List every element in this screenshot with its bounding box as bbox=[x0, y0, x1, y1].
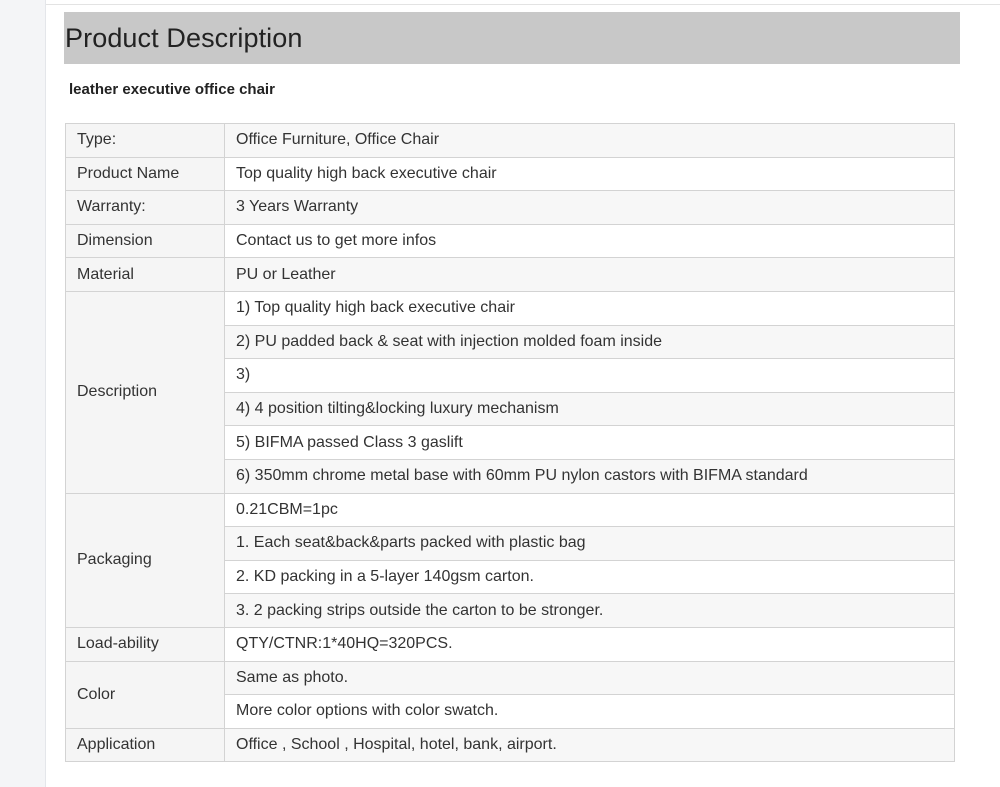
spec-value: Contact us to get more infos bbox=[224, 223, 955, 259]
table-row: Material PU or Leather bbox=[65, 257, 955, 292]
spec-label: Warranty: bbox=[65, 190, 225, 225]
table-row: Description 1) Top quality high back exec… bbox=[65, 290, 955, 494]
left-sidebar bbox=[0, 0, 46, 787]
product-subtitle: leather executive office chair bbox=[69, 81, 275, 98]
spec-label: Description bbox=[65, 290, 225, 494]
spec-value: 2. KD packing in a 5-layer 140gsm carton… bbox=[224, 559, 955, 595]
spec-table-body: Type: Office Furniture, Office Chair Produ… bbox=[65, 123, 955, 763]
spec-value: 0.21CBM=1pc bbox=[224, 492, 955, 528]
section-header: Product Description bbox=[64, 12, 960, 64]
page: Product Description leather executive of… bbox=[0, 0, 1000, 787]
spec-value: 2) PU padded back & seat with injection … bbox=[224, 324, 955, 360]
spec-label: Dimension bbox=[65, 223, 225, 259]
spec-value: 3 Years Warranty bbox=[224, 190, 955, 225]
table-row: Color Same as photo. bbox=[65, 660, 955, 729]
spec-value: 1. Each seat&back&parts packed with plas… bbox=[224, 526, 955, 561]
spec-value: Top quality high back executive chair bbox=[224, 156, 955, 192]
product-description-panel: Product Description leather executive of… bbox=[46, 5, 1000, 787]
spec-value: 5) BIFMA passed Class 3 gaslift bbox=[224, 425, 955, 460]
spec-label: Color bbox=[65, 660, 225, 729]
spec-value: 3) bbox=[224, 358, 955, 393]
spec-table: Type: Office Furniture, Office Chair Produ… bbox=[65, 123, 955, 763]
spec-value: More color options with color swatch. bbox=[224, 694, 955, 729]
section-title: Product Description bbox=[65, 22, 303, 53]
table-row: Dimension Contact us to get more infos bbox=[65, 223, 955, 259]
spec-label: Product Name bbox=[65, 156, 225, 192]
table-row: Product Name Top quality high back execut… bbox=[65, 156, 955, 192]
table-row: Application Office , School , Hospital, h… bbox=[65, 727, 955, 763]
spec-label: Load-ability bbox=[65, 626, 225, 662]
spec-value: 3. 2 packing strips outside the carton t… bbox=[224, 593, 955, 628]
spec-value: Office , School , Hospital, hotel, bank,… bbox=[224, 727, 955, 763]
table-row: Load-ability QTY/CTNR:1*40HQ=320PCS. bbox=[65, 626, 955, 662]
spec-label: Packaging bbox=[65, 492, 225, 628]
spec-value: 4) 4 position tilting&locking luxury mec… bbox=[224, 391, 955, 427]
spec-label: Material bbox=[65, 257, 225, 292]
spec-label: Application bbox=[65, 727, 225, 763]
spec-value: 1) Top quality high back executive chair bbox=[224, 290, 955, 326]
spec-value: Same as photo. bbox=[224, 660, 955, 696]
spec-value: 6) 350mm chrome metal base with 60mm PU … bbox=[224, 458, 955, 494]
spec-label: Type: bbox=[65, 123, 225, 158]
table-row: Warranty: 3 Years Warranty bbox=[65, 190, 955, 225]
spec-value: PU or Leather bbox=[224, 257, 955, 292]
table-row: Type: Office Furniture, Office Chair bbox=[65, 123, 955, 158]
spec-value: Office Furniture, Office Chair bbox=[224, 123, 955, 158]
spec-value: QTY/CTNR:1*40HQ=320PCS. bbox=[224, 626, 955, 662]
table-row: Packaging 0.21CBM=1pc bbox=[65, 492, 955, 628]
